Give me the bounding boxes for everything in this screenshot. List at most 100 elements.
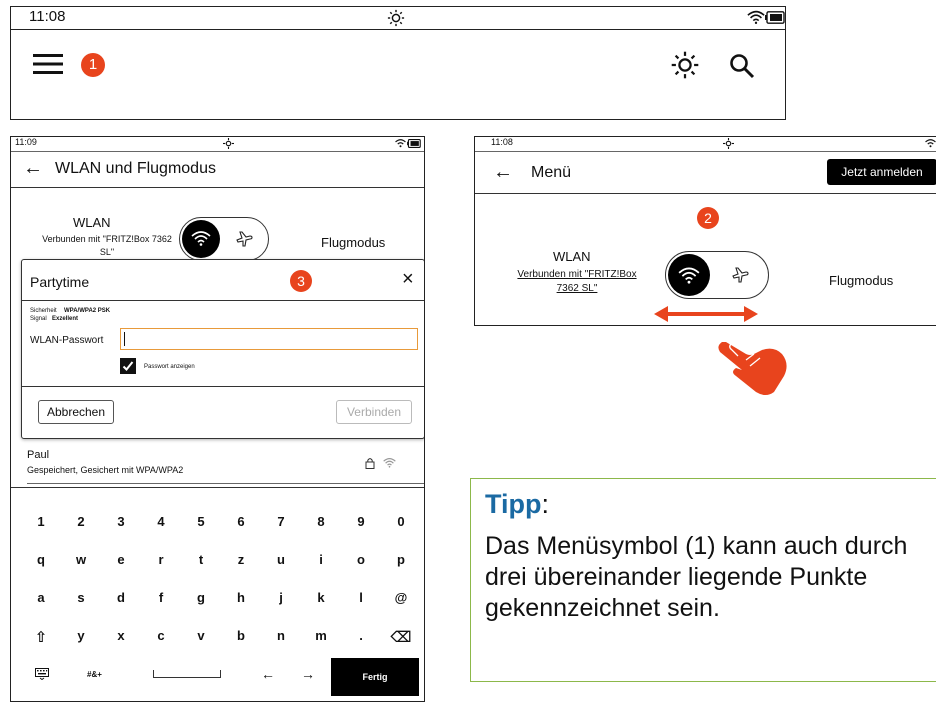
wlan-screen: 11:09 ← WLAN und Flugmodus WLAN Verbunde…	[10, 136, 425, 702]
key[interactable]: .	[349, 628, 373, 643]
key[interactable]: r	[149, 552, 173, 567]
menu-icon[interactable]	[33, 53, 63, 75]
space-key[interactable]	[153, 670, 221, 678]
key[interactable]: 2	[69, 514, 93, 529]
key[interactable]: n	[269, 628, 293, 643]
toggle-knob	[182, 220, 220, 258]
signal-value: Exzellent	[52, 316, 79, 322]
cancel-button[interactable]: Abbrechen	[38, 400, 114, 424]
swipe-gesture-annotation	[650, 300, 800, 400]
key[interactable]: a	[29, 590, 53, 605]
brightness-small-icon	[387, 9, 405, 27]
dialog-title: Partytime	[30, 274, 90, 290]
key[interactable]: m	[309, 628, 333, 643]
wlan-flight-toggle[interactable]	[665, 251, 769, 299]
brightness-icon[interactable]	[671, 51, 699, 79]
key[interactable]: 3	[109, 514, 133, 529]
key[interactable]: x	[109, 628, 133, 643]
wifi-status-icon	[747, 9, 765, 25]
text-cursor	[124, 332, 125, 346]
brightness-small-icon	[223, 138, 234, 149]
status-bar: 11:08	[11, 7, 785, 30]
toggle-knob	[668, 254, 710, 296]
key[interactable]: 0	[389, 514, 413, 529]
key[interactable]: j	[269, 590, 293, 605]
back-arrow-icon[interactable]: ←	[23, 157, 43, 180]
dialog-close-button[interactable]: ×	[402, 268, 414, 291]
badge-3: 3	[290, 270, 312, 292]
battery-icon	[765, 11, 785, 24]
key[interactable]: y	[69, 628, 93, 643]
key[interactable]: z	[229, 552, 253, 567]
wlan-status-link-line2[interactable]: 7362 SL"	[507, 283, 647, 294]
login-button-label: Jetzt anmelden	[841, 165, 923, 179]
wlan-label: WLAN	[553, 249, 591, 264]
key[interactable]: u	[269, 552, 293, 567]
search-icon[interactable]	[729, 53, 755, 79]
key[interactable]: o	[349, 552, 373, 567]
page-title: Menü	[531, 164, 572, 181]
key[interactable]: i	[309, 552, 333, 567]
wifi-icon	[678, 267, 700, 284]
lock-icon	[365, 457, 375, 469]
key[interactable]: 4	[149, 514, 173, 529]
top-bar-screenshot: 11:08 1	[10, 6, 786, 120]
wlan-status-link[interactable]: Verbunden mit "FRITZ!Box 7362 SL"	[37, 233, 177, 259]
list-divider	[27, 483, 424, 484]
airplane-icon	[730, 265, 750, 285]
key[interactable]: e	[109, 552, 133, 567]
wifi-icon	[191, 231, 211, 246]
shift-key[interactable]: ⇧	[29, 628, 53, 646]
key[interactable]: b	[229, 628, 253, 643]
wlan-flight-toggle[interactable]	[179, 217, 269, 261]
key[interactable]: p	[389, 552, 413, 567]
symbols-key[interactable]: #&+	[87, 670, 102, 679]
key[interactable]: q	[29, 552, 53, 567]
key[interactable]: @	[389, 590, 413, 605]
back-arrow-icon[interactable]: ←	[493, 161, 513, 184]
key[interactable]: 8	[309, 514, 333, 529]
connect-button[interactable]: Verbinden	[336, 400, 412, 424]
status-time: 11:08	[29, 8, 66, 25]
login-button[interactable]: Jetzt anmelden	[827, 159, 936, 185]
show-password-checkbox[interactable]	[120, 358, 136, 374]
airplane-icon	[234, 229, 254, 249]
badge-1: 1	[81, 53, 105, 77]
backspace-key[interactable]: ⌫	[389, 628, 413, 646]
keyboard-settings-icon[interactable]	[35, 668, 49, 680]
flight-mode-label: Flugmodus	[829, 273, 894, 288]
onscreen-keyboard: 1 2 3 4 5 6 7 8 9 0 q w e r t z u i o p …	[11, 487, 424, 701]
cancel-button-label: Abbrechen	[46, 405, 106, 419]
key[interactable]: l	[349, 590, 373, 605]
dialog-footer-divider	[22, 386, 424, 387]
key[interactable]: v	[189, 628, 213, 643]
check-icon	[122, 361, 134, 371]
key[interactable]: 6	[229, 514, 253, 529]
key[interactable]: f	[149, 590, 173, 605]
password-input[interactable]	[120, 328, 418, 350]
battery-icon	[407, 139, 421, 148]
cursor-left-key[interactable]: ←	[261, 666, 275, 682]
badge-2: 2	[697, 207, 719, 229]
key[interactable]: 9	[349, 514, 373, 529]
key[interactable]: 1	[29, 514, 53, 529]
key[interactable]: k	[309, 590, 333, 605]
header-divider	[11, 187, 424, 188]
key[interactable]: w	[69, 552, 93, 567]
key[interactable]: t	[189, 552, 213, 567]
menu-screen: 11:08 ← Menü Jetzt anmelden 2 WLAN Verbu…	[474, 136, 936, 326]
wlan-status-link-line1[interactable]: Verbunden mit "FRITZ!Box	[507, 269, 647, 280]
key[interactable]: c	[149, 628, 173, 643]
key[interactable]: g	[189, 590, 213, 605]
key[interactable]: 5	[189, 514, 213, 529]
tip-heading-line: Tipp:	[485, 489, 549, 520]
wifi-status-icon	[395, 138, 406, 148]
key[interactable]: 7	[269, 514, 293, 529]
network-list-item[interactable]: Paul Gespeichert, Gesichert mit WPA/WPA2	[11, 443, 424, 485]
key[interactable]: h	[229, 590, 253, 605]
done-key[interactable]: Fertig	[331, 658, 419, 696]
cursor-right-key[interactable]: →	[301, 666, 315, 682]
key[interactable]: d	[109, 590, 133, 605]
key[interactable]: s	[69, 590, 93, 605]
connect-button-label: Verbinden	[346, 405, 402, 419]
